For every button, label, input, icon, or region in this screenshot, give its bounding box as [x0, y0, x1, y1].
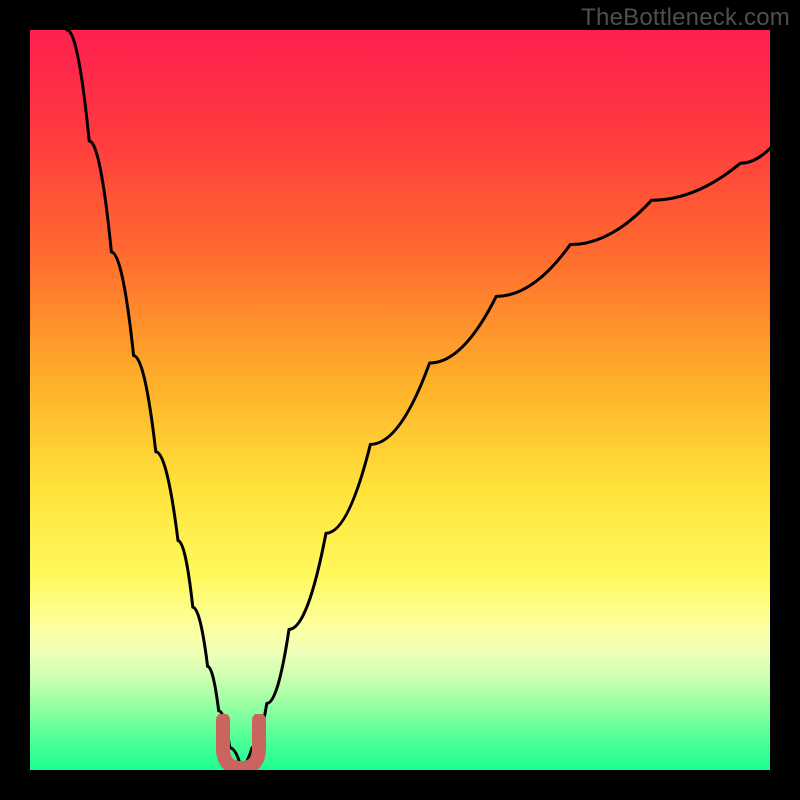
watermark-text: TheBottleneck.com	[581, 4, 790, 32]
bottleneck-curve	[30, 30, 770, 770]
plot-area	[30, 30, 770, 770]
optimal-marker	[211, 714, 271, 770]
